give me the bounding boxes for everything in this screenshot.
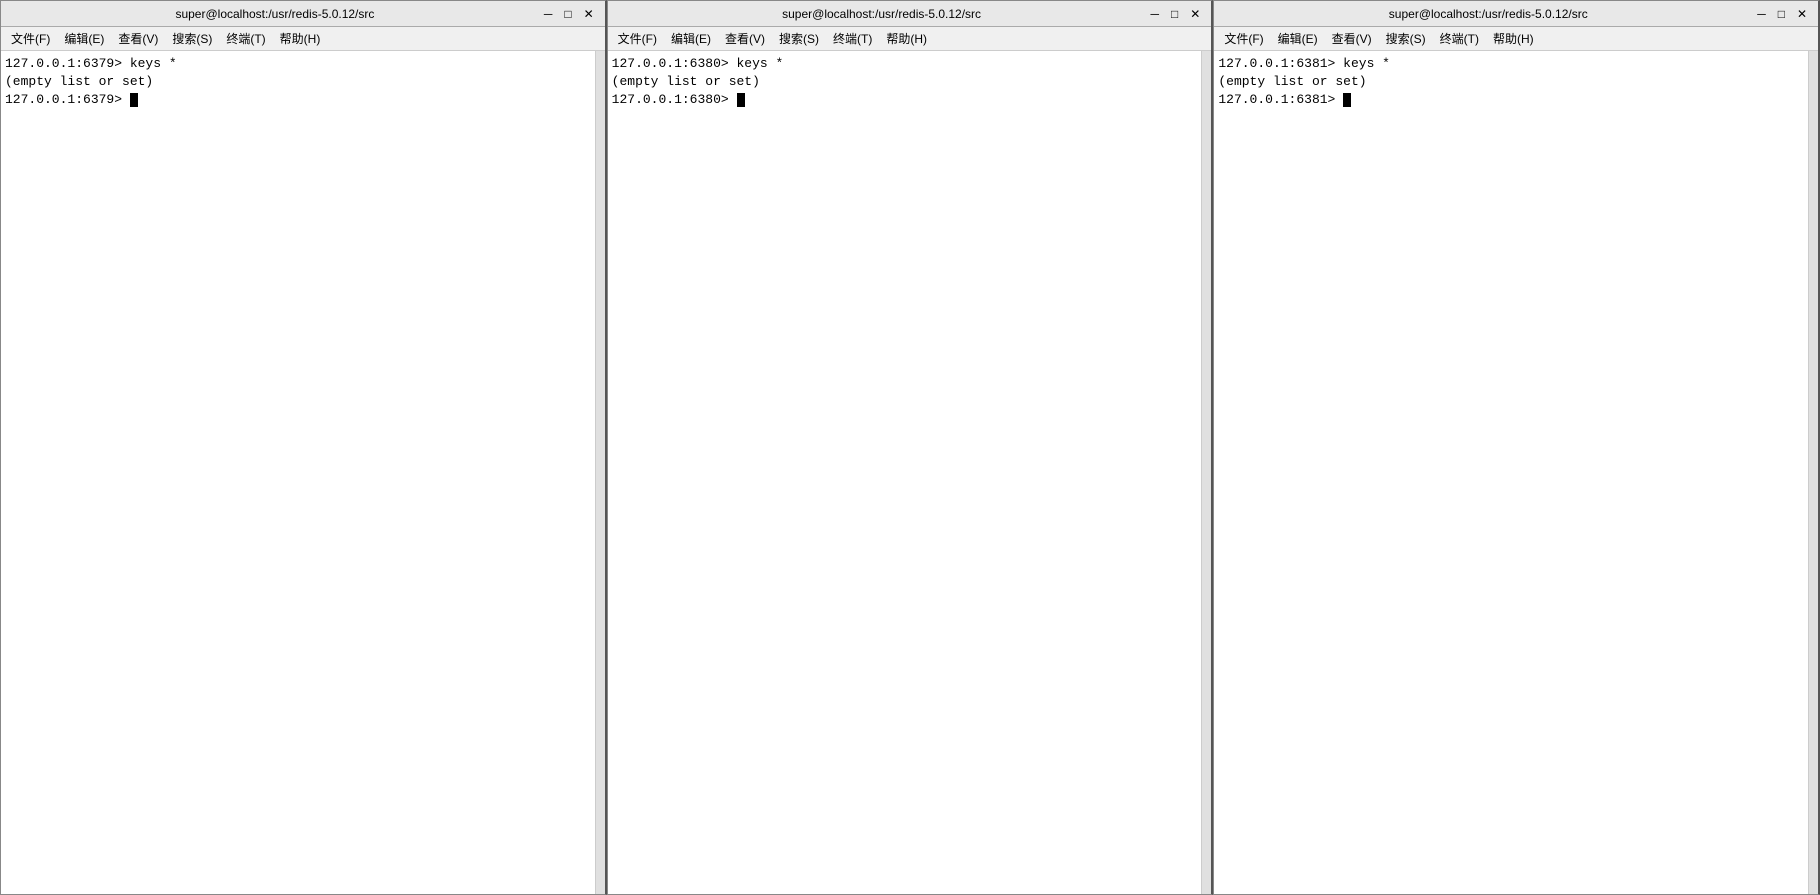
window-controls-2[interactable]: ─ □ ✕ (1148, 8, 1204, 20)
menu-help-1[interactable]: 帮助(H) (274, 28, 327, 49)
cursor-1 (130, 93, 138, 107)
title-bar-1: super@localhost:/usr/redis-5.0.12/src ─ … (1, 1, 605, 27)
menu-bar-3: 文件(F) 编辑(E) 查看(V) 搜索(S) 终端(T) 帮助(H) (1214, 27, 1818, 51)
cursor-3 (1343, 93, 1351, 107)
minimize-button-1[interactable]: ─ (541, 8, 556, 20)
close-button-2[interactable]: ✕ (1187, 8, 1203, 20)
menu-terminal-3[interactable]: 终端(T) (1434, 28, 1485, 49)
menu-view-2[interactable]: 查看(V) (719, 28, 771, 49)
window-title-2: super@localhost:/usr/redis-5.0.12/src (616, 7, 1148, 21)
scrollbar-3[interactable] (1808, 51, 1818, 894)
close-button-3[interactable]: ✕ (1794, 8, 1810, 20)
scrollbar-1[interactable] (595, 51, 605, 894)
maximize-button-3[interactable]: □ (1775, 8, 1788, 20)
scrollbar-2[interactable] (1201, 51, 1211, 894)
title-bar-2: super@localhost:/usr/redis-5.0.12/src ─ … (608, 1, 1212, 27)
close-button-1[interactable]: ✕ (581, 8, 597, 20)
terminal-output-1[interactable]: 127.0.0.1:6379> keys * (empty list or se… (1, 51, 595, 894)
menu-edit-2[interactable]: 编辑(E) (665, 28, 717, 49)
menu-terminal-1[interactable]: 终端(T) (220, 28, 271, 49)
menu-view-3[interactable]: 查看(V) (1326, 28, 1378, 49)
window-controls-1[interactable]: ─ □ ✕ (541, 8, 597, 20)
menu-file-2[interactable]: 文件(F) (612, 28, 663, 49)
maximize-button-1[interactable]: □ (561, 8, 574, 20)
menu-search-2[interactable]: 搜索(S) (773, 28, 825, 49)
menu-edit-3[interactable]: 编辑(E) (1272, 28, 1324, 49)
window-title-1: super@localhost:/usr/redis-5.0.12/src (9, 7, 541, 21)
menu-search-3[interactable]: 搜索(S) (1380, 28, 1432, 49)
menu-view-1[interactable]: 查看(V) (112, 28, 164, 49)
terminal-output-2[interactable]: 127.0.0.1:6380> keys * (empty list or se… (608, 51, 1202, 894)
menu-help-2[interactable]: 帮助(H) (880, 28, 933, 49)
cursor-2 (737, 93, 745, 107)
window-controls-3[interactable]: ─ □ ✕ (1754, 8, 1810, 20)
terminal-window-3[interactable]: super@localhost:/usr/redis-5.0.12/src ─ … (1213, 0, 1820, 895)
window-title-3: super@localhost:/usr/redis-5.0.12/src (1222, 7, 1754, 21)
minimize-button-2[interactable]: ─ (1148, 8, 1163, 20)
terminal-body-2[interactable]: 127.0.0.1:6380> keys * (empty list or se… (608, 51, 1212, 894)
title-bar-3: super@localhost:/usr/redis-5.0.12/src ─ … (1214, 1, 1818, 27)
maximize-button-2[interactable]: □ (1168, 8, 1181, 20)
terminal-output-3[interactable]: 127.0.0.1:6381> keys * (empty list or se… (1214, 51, 1808, 894)
terminal-window-2[interactable]: super@localhost:/usr/redis-5.0.12/src ─ … (607, 0, 1214, 895)
menu-bar-1: 文件(F) 编辑(E) 查看(V) 搜索(S) 终端(T) 帮助(H) (1, 27, 605, 51)
menu-terminal-2[interactable]: 终端(T) (827, 28, 878, 49)
minimize-button-3[interactable]: ─ (1754, 8, 1769, 20)
menu-edit-1[interactable]: 编辑(E) (58, 28, 110, 49)
menu-search-1[interactable]: 搜索(S) (166, 28, 218, 49)
menu-file-3[interactable]: 文件(F) (1218, 28, 1269, 49)
terminal-body-3[interactable]: 127.0.0.1:6381> keys * (empty list or se… (1214, 51, 1818, 894)
menu-bar-2: 文件(F) 编辑(E) 查看(V) 搜索(S) 终端(T) 帮助(H) (608, 27, 1212, 51)
terminal-body-1[interactable]: 127.0.0.1:6379> keys * (empty list or se… (1, 51, 605, 894)
terminal-window-1[interactable]: super@localhost:/usr/redis-5.0.12/src ─ … (0, 0, 607, 895)
menu-help-3[interactable]: 帮助(H) (1487, 28, 1540, 49)
menu-file-1[interactable]: 文件(F) (5, 28, 56, 49)
